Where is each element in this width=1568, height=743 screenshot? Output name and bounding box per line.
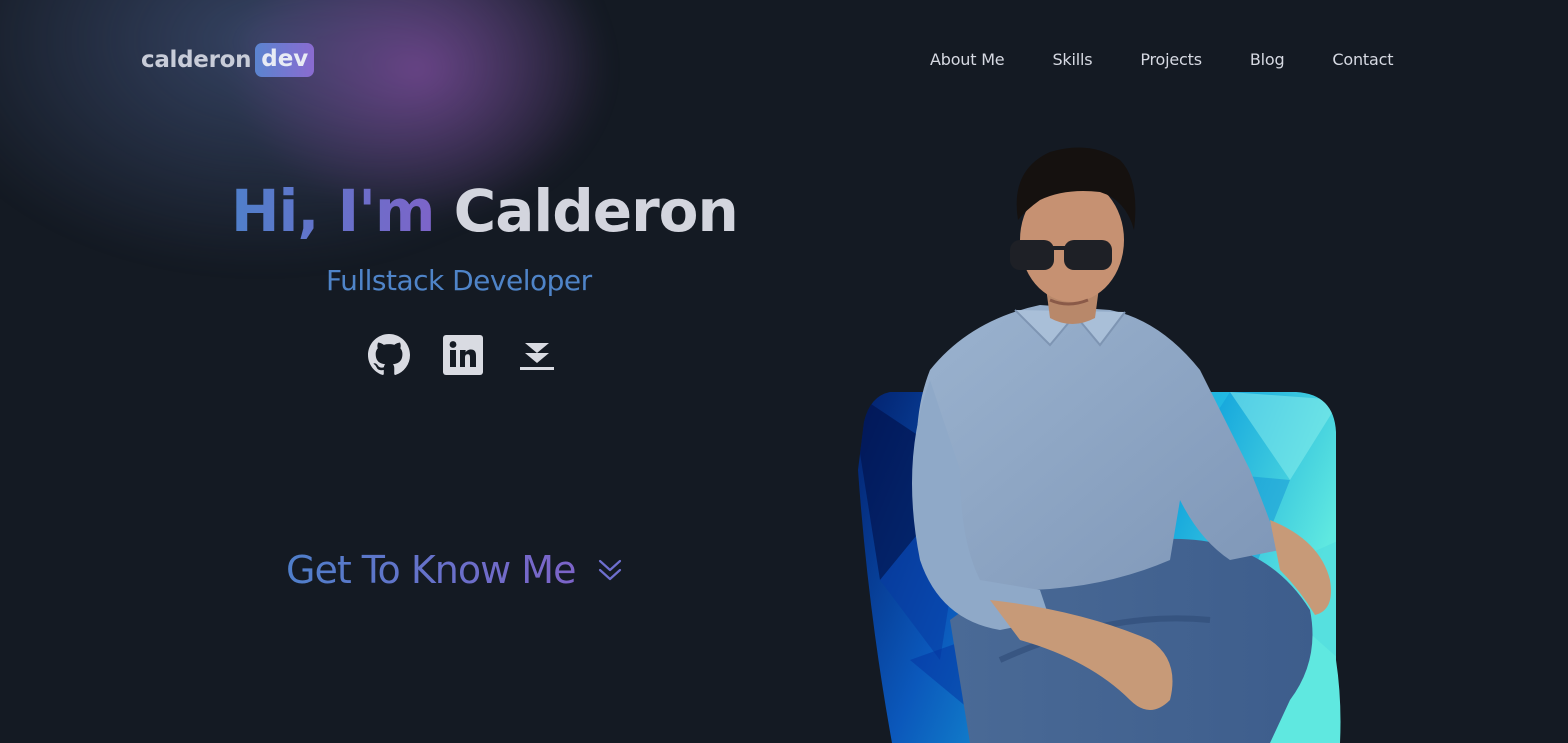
cta-label: Get To Know Me [286, 548, 576, 592]
main-nav: About Me Skills Projects Blog Contact [930, 50, 1441, 69]
nav-link-blog[interactable]: Blog [1250, 50, 1285, 69]
nav-link-skills[interactable]: Skills [1052, 50, 1092, 69]
hero-title: Hi, I'm Calderon [231, 177, 739, 245]
linkedin-link[interactable] [442, 334, 484, 376]
brand-name: calderon [141, 47, 252, 73]
brand-badge: dev [255, 43, 315, 77]
nav-link-projects[interactable]: Projects [1140, 50, 1202, 69]
github-icon [368, 334, 410, 375]
download-cv-link[interactable] [516, 334, 558, 376]
github-link[interactable] [368, 334, 410, 376]
linkedin-icon [443, 335, 483, 375]
nav-link-about-me[interactable]: About Me [930, 50, 1005, 69]
nav-link-contact[interactable]: Contact [1332, 50, 1393, 69]
get-to-know-me-button[interactable]: Get To Know Me [286, 548, 623, 592]
hero-role: Fullstack Developer [326, 264, 592, 297]
chevron-double-down-icon [599, 559, 622, 581]
hero-greeting: Hi, I'm [231, 177, 435, 245]
social-links [368, 334, 558, 376]
page: calderon dev About Me Skills Projects Bl… [0, 0, 1568, 743]
profile-photo [858, 147, 1341, 743]
download-icon [520, 343, 554, 370]
hero-name: Calderon [453, 177, 739, 245]
brand-logo[interactable]: calderon dev [141, 43, 315, 77]
